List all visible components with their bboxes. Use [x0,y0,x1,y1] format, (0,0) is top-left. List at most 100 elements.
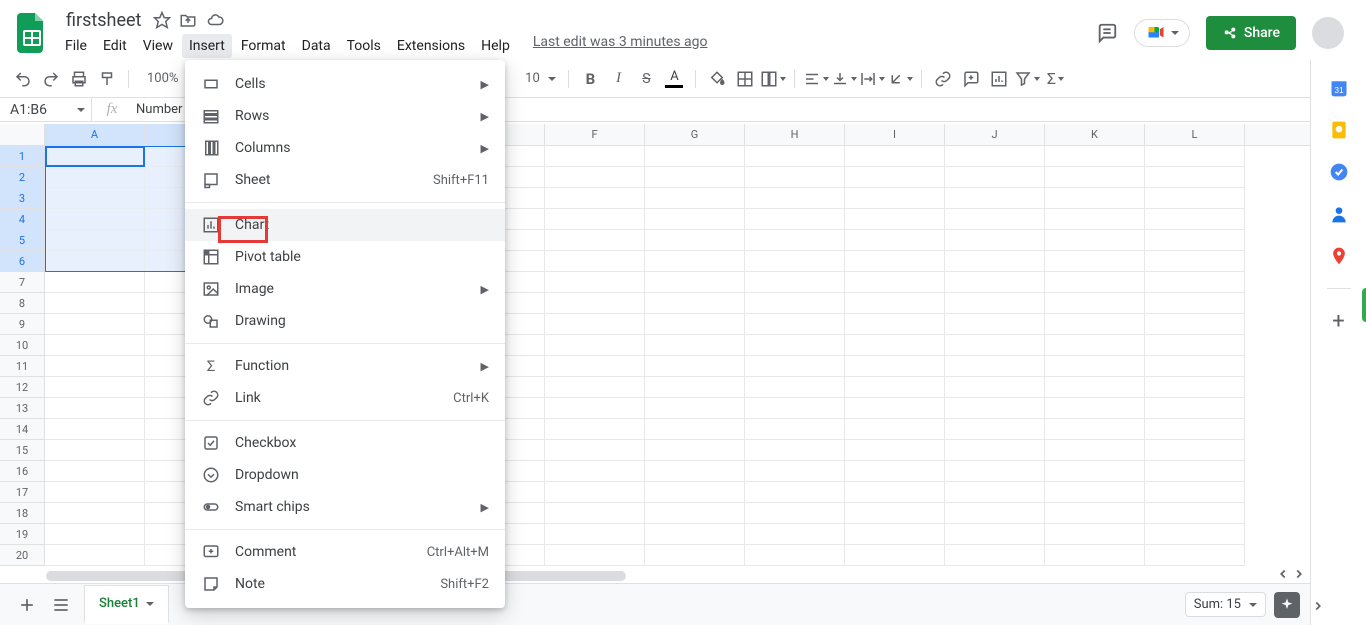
cell[interactable] [645,524,745,545]
cell[interactable] [1145,440,1245,461]
cell[interactable] [45,356,145,377]
formula-input[interactable]: Number [132,102,182,117]
menu-data[interactable]: Data [295,34,338,58]
cell[interactable] [545,545,645,566]
filter-button[interactable] [1014,66,1040,92]
cell[interactable] [745,272,845,293]
cell[interactable] [45,146,145,167]
cell[interactable] [45,524,145,545]
menu-file[interactable]: File [58,34,94,58]
cell[interactable] [1145,482,1245,503]
select-all-corner[interactable] [0,124,45,145]
cell[interactable] [945,419,1045,440]
cell[interactable] [745,461,845,482]
cell[interactable] [45,209,145,230]
cell[interactable] [845,146,945,167]
cell[interactable] [1145,293,1245,314]
insert-columns[interactable]: Columns ▶ [185,132,505,164]
row-header[interactable]: 9 [0,314,45,335]
row-header[interactable]: 16 [0,461,45,482]
cell[interactable] [745,188,845,209]
cell[interactable] [1145,230,1245,251]
cell[interactable] [1045,356,1145,377]
insert-smart-chips[interactable]: Smart chips ▶ [185,491,505,523]
horizontal-align-button[interactable] [803,66,829,92]
cell[interactable] [645,398,745,419]
cell[interactable] [1045,419,1145,440]
cell[interactable] [645,230,745,251]
vertical-align-button[interactable] [831,66,857,92]
cell[interactable] [45,230,145,251]
row-header[interactable]: 11 [0,356,45,377]
cell[interactable] [545,272,645,293]
column-header[interactable]: J [945,124,1045,145]
cell[interactable] [745,503,845,524]
cell[interactable] [845,230,945,251]
cell[interactable] [745,293,845,314]
row-header[interactable]: 10 [0,335,45,356]
tasks-icon[interactable] [1329,162,1349,182]
bold-button[interactable]: B [577,66,603,92]
calendar-icon[interactable]: 31 [1329,78,1349,98]
explore-button[interactable] [1274,592,1300,618]
fill-color-button[interactable] [704,66,730,92]
cell[interactable] [745,419,845,440]
insert-comment-button[interactable] [958,66,984,92]
cell[interactable] [945,377,1045,398]
cell[interactable] [945,335,1045,356]
cell[interactable] [945,461,1045,482]
cell[interactable] [45,335,145,356]
redo-button[interactable] [38,66,64,92]
cell[interactable] [845,209,945,230]
account-avatar[interactable] [1312,17,1344,49]
star-icon[interactable] [153,11,171,29]
meet-button[interactable] [1134,19,1190,47]
menu-insert[interactable]: Insert [182,34,232,58]
row-header[interactable]: 19 [0,524,45,545]
cell[interactable] [945,503,1045,524]
cell[interactable] [545,398,645,419]
cell[interactable] [945,146,1045,167]
move-icon[interactable] [179,11,197,29]
cell[interactable] [45,419,145,440]
cell[interactable] [1045,524,1145,545]
insert-function[interactable]: Σ Function ▶ [185,350,505,382]
cell[interactable] [945,314,1045,335]
cell[interactable] [1045,503,1145,524]
sheets-logo-icon[interactable] [8,13,56,53]
cell[interactable] [45,482,145,503]
row-header[interactable]: 6 [0,251,45,272]
cell[interactable] [545,209,645,230]
cell[interactable] [845,461,945,482]
menu-format[interactable]: Format [234,34,293,58]
cell[interactable] [945,398,1045,419]
cell[interactable] [745,440,845,461]
cell[interactable] [545,146,645,167]
cell[interactable] [845,503,945,524]
cell[interactable] [845,251,945,272]
all-sheets-button[interactable] [44,590,78,620]
cell[interactable] [845,335,945,356]
cell[interactable] [645,482,745,503]
row-header[interactable]: 5 [0,230,45,251]
merge-cells-button[interactable] [760,66,786,92]
row-header[interactable]: 3 [0,188,45,209]
cell[interactable] [1045,272,1145,293]
insert-comment[interactable]: Comment Ctrl+Alt+M [185,536,505,568]
cell[interactable] [645,419,745,440]
menu-extensions[interactable]: Extensions [390,34,472,58]
cell[interactable] [645,503,745,524]
cell[interactable] [645,209,745,230]
cell[interactable] [1145,461,1245,482]
text-color-button[interactable]: A [661,66,687,92]
cell[interactable] [1145,209,1245,230]
cell[interactable] [845,293,945,314]
column-header[interactable]: H [745,124,845,145]
cell[interactable] [545,482,645,503]
maps-icon[interactable] [1329,246,1349,266]
cell[interactable] [645,377,745,398]
borders-button[interactable] [732,66,758,92]
cell[interactable] [945,272,1045,293]
cell[interactable] [645,272,745,293]
cell[interactable] [545,524,645,545]
